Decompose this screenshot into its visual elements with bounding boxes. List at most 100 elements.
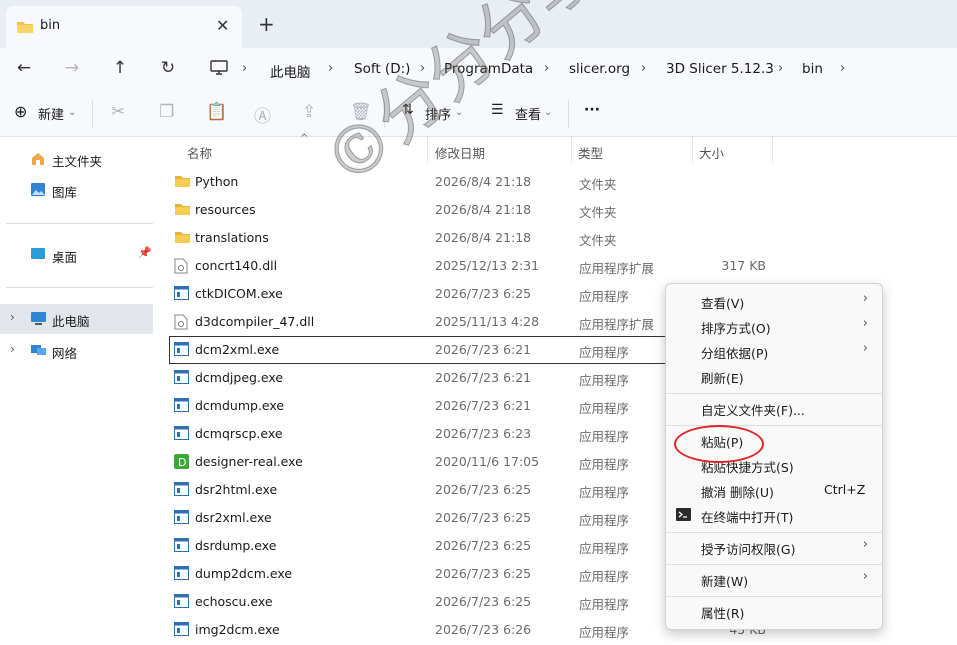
file-name: Python <box>195 174 239 189</box>
chevron-right-icon: › <box>641 61 647 76</box>
file-date: 2026/7/23 6:21 <box>435 370 532 385</box>
file-name: dump2dcm.exe <box>195 566 293 581</box>
exe-file-icon <box>174 286 189 303</box>
table-row[interactable]: img2dcm.exe2026/7/23 6:26应用程序45 KB <box>170 617 766 643</box>
file-date: 2026/8/4 21:18 <box>435 174 532 189</box>
file-name: dcmdump.exe <box>195 398 285 413</box>
file-name: concrt140.dll <box>195 258 278 273</box>
table-row[interactable]: translations 2026/8/4 21:18 文件夹 <box>170 225 660 251</box>
menu-item-view[interactable]: 查看(V) › <box>666 289 882 313</box>
sidebar-item-gallery[interactable]: 图库 <box>0 175 155 205</box>
chevron-right-icon[interactable]: › <box>10 342 15 356</box>
crumb-this-pc[interactable]: 此电脑 <box>270 61 311 81</box>
refresh-icon[interactable]: ↻ <box>156 58 180 78</box>
back-arrow-icon[interactable]: ← <box>12 58 36 78</box>
close-icon[interactable]: ✕ <box>216 16 229 35</box>
chevron-down-icon[interactable]: ⌄ <box>68 107 76 118</box>
column-name[interactable]: 名称 <box>187 143 212 162</box>
crumb-bin[interactable]: bin <box>802 61 823 77</box>
chevron-right-icon[interactable]: › <box>10 310 15 324</box>
forward-arrow-icon[interactable]: → <box>60 58 84 78</box>
table-row[interactable]: dcmdjpeg.exe 2026/7/23 6:21 应用程序 <box>170 365 660 391</box>
file-date: 2026/7/23 6:26 <box>435 622 532 637</box>
plus-icon[interactable]: ⊕ <box>14 102 27 121</box>
paste-icon[interactable]: 📋 <box>206 102 227 122</box>
column-type[interactable]: 类型 <box>578 143 603 162</box>
table-row[interactable]: d3dcompiler_47.dll 2025/11/13 4:28 应用程序扩展 <box>170 309 660 335</box>
view-icon[interactable]: ☰ <box>491 102 504 118</box>
file-date: 2020/11/6 17:05 <box>435 454 540 469</box>
file-date: 2026/7/23 6:25 <box>435 286 532 301</box>
menu-item-group[interactable]: 分组依据(P) › <box>666 339 882 363</box>
table-row[interactable]: ctkDICOM.exe 2026/7/23 6:25 应用程序 <box>170 281 660 307</box>
file-type: 文件夹 <box>579 233 617 248</box>
file-name: dcmdjpeg.exe <box>195 370 284 385</box>
new-tab-button[interactable]: + <box>258 12 275 36</box>
table-row[interactable]: dcmdump.exe 2026/7/23 6:21 应用程序 <box>170 393 660 419</box>
rename-icon[interactable]: Ⓐ <box>254 102 271 127</box>
file-type: 应用程序 <box>579 485 630 500</box>
exe-file-icon <box>174 482 189 499</box>
sidebar-item-home[interactable]: 主文件夹 <box>0 144 155 174</box>
chevron-right-icon[interactable]: › <box>840 61 845 76</box>
dll-file-icon <box>174 258 188 277</box>
crumb-slicer-org[interactable]: slicer.org <box>569 61 630 77</box>
new-button[interactable]: 新建 <box>38 104 64 123</box>
table-row[interactable]: resources 2026/8/4 21:18 文件夹 <box>170 197 660 223</box>
file-type: 应用程序 <box>579 345 630 360</box>
file-type: 文件夹 <box>579 177 617 192</box>
terminal-icon <box>676 508 691 524</box>
table-row[interactable]: dump2dcm.exe 2026/7/23 6:25 应用程序 <box>170 561 660 587</box>
sidebar-item-this-pc[interactable]: › 此电脑 <box>0 304 153 334</box>
menu-item-refresh[interactable]: 刷新(E) <box>666 364 882 388</box>
menu-item-undo-delete[interactable]: 撤消 删除(U) Ctrl+Z <box>666 478 882 502</box>
column-date[interactable]: 修改日期 <box>435 143 485 162</box>
table-row[interactable]: dsr2html.exe 2026/7/23 6:25 应用程序 <box>170 477 660 503</box>
sidebar-item-desktop[interactable]: 桌面 📌 <box>0 240 155 270</box>
divider <box>6 223 153 224</box>
exe-file-icon <box>174 398 189 415</box>
file-date: 2026/7/23 6:25 <box>435 538 532 553</box>
tab-bin[interactable]: bin ✕ <box>6 6 242 48</box>
file-date: 2026/7/23 6:25 <box>435 482 532 497</box>
divider <box>571 137 572 163</box>
sidebar-item-network[interactable]: › 网络 <box>0 336 155 366</box>
divider <box>92 100 93 128</box>
view-button[interactable]: 查看 <box>515 104 541 123</box>
menu-item-open-terminal[interactable]: 在终端中打开(T) <box>666 503 882 527</box>
crumb-3d-slicer[interactable]: 3D Slicer 5.12.3 <box>666 61 774 77</box>
divider <box>666 564 882 565</box>
table-row[interactable]: concrt140.dll 2025/12/13 2:31 应用程序扩展 317 KB <box>170 253 766 279</box>
file-type: 应用程序 <box>579 401 630 416</box>
more-button[interactable]: ··· <box>584 102 600 118</box>
table-row[interactable]: Python 2026/8/4 21:18 文件夹 <box>170 169 660 195</box>
cut-icon[interactable]: ✂ <box>111 102 125 122</box>
copy-icon[interactable]: ❐ <box>159 102 174 122</box>
menu-item-properties[interactable]: 属性(R) <box>666 599 882 623</box>
table-row[interactable]: dcm2xml.exe 2026/7/23 6:21 应用程序 <box>169 336 671 364</box>
exe-file-icon <box>174 622 189 639</box>
file-date: 2026/7/23 6:25 <box>435 566 532 581</box>
divider <box>568 100 569 128</box>
file-type: 应用程序 <box>579 513 630 528</box>
gallery-icon <box>30 182 46 200</box>
pin-icon[interactable]: 📌 <box>138 246 152 259</box>
table-row[interactable]: dcmqrscp.exe 2026/7/23 6:23 应用程序 <box>170 421 660 447</box>
menu-item-grant-access[interactable]: 授予访问权限(G) › <box>666 535 882 559</box>
file-date: 2026/7/23 6:23 <box>435 426 532 441</box>
menu-item-new[interactable]: 新建(W) › <box>666 567 882 591</box>
menu-item-customize-folder[interactable]: 自定义文件夹(F)... <box>666 396 882 420</box>
table-row[interactable]: dsr2xml.exe 2026/7/23 6:25 应用程序 <box>170 505 660 531</box>
table-row[interactable]: echoscu.exe 2026/7/23 6:25 应用程序 <box>170 589 660 615</box>
up-arrow-icon[interactable]: ↑ <box>108 58 132 78</box>
table-row[interactable]: Ddesigner-real.exe 2020/11/6 17:05 应用程序 <box>170 449 660 475</box>
computer-icon <box>30 311 47 329</box>
file-date: 2025/12/13 2:31 <box>435 258 540 273</box>
table-row[interactable]: dsrdump.exe 2026/7/23 6:25 应用程序 <box>170 533 660 559</box>
file-name: dsrdump.exe <box>195 538 277 553</box>
breadcrumb[interactable]: › 此电脑 › Soft (D:) › ProgramData › slicer… <box>198 52 957 86</box>
menu-item-sort[interactable]: 排序方式(O) › <box>666 314 882 338</box>
column-size[interactable]: 大小 <box>699 143 724 162</box>
chevron-right-icon: › <box>242 61 248 76</box>
chevron-down-icon[interactable]: ⌄ <box>544 107 552 118</box>
